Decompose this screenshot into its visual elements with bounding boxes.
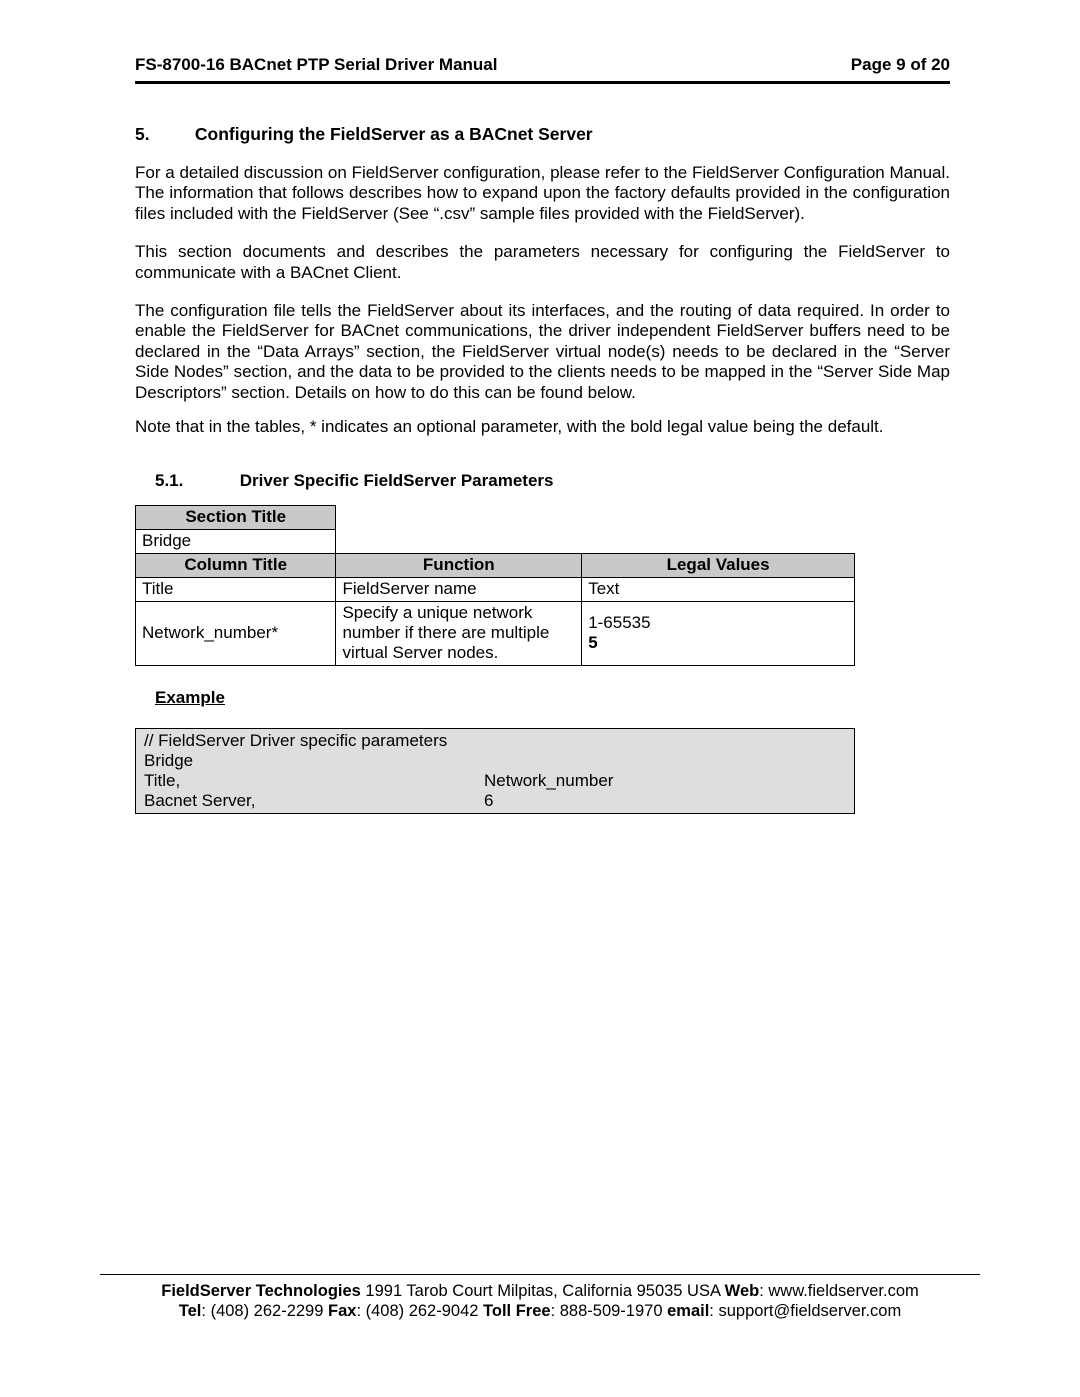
table-header-legal-values: Legal Values <box>582 554 855 578</box>
header-right: Page 9 of 20 <box>851 55 950 75</box>
footer-line-2: Tel: (408) 262-2299 Fax: (408) 262-9042 … <box>100 1301 980 1322</box>
page-footer: FieldServer Technologies 1991 Tarob Cour… <box>100 1274 980 1322</box>
footer-email-value: : support@fieldserver.com <box>709 1302 901 1320</box>
footer-address: 1991 Tarob Court Milpitas, California 95… <box>361 1282 725 1300</box>
example-line-3: Title, Network_number <box>144 771 846 791</box>
document-page: FS-8700-16 BACnet PTP Serial Driver Manu… <box>0 0 1080 1397</box>
footer-toll-value: : 888-509-1970 <box>551 1302 668 1320</box>
header-left: FS-8700-16 BACnet PTP Serial Driver Manu… <box>135 55 498 75</box>
footer-fax-label: Fax <box>328 1302 356 1320</box>
section-5-1-title: Driver Specific FieldServer Parameters <box>240 471 554 490</box>
table-header-section-title: Section Title <box>136 506 336 530</box>
section-5-para-4: Note that in the tables, * indicates an … <box>135 417 950 437</box>
table-empty-cell <box>336 506 855 530</box>
section-5-para-3: The configuration file tells the FieldSe… <box>135 301 950 403</box>
table-cell-func: Specify a unique network number if there… <box>336 602 582 666</box>
table-cell-legal: 1-65535 5 <box>582 602 855 666</box>
footer-toll-label: Toll Free <box>483 1302 551 1320</box>
example-line-4: Bacnet Server, 6 <box>144 791 846 811</box>
legal-range: 1-65535 <box>588 613 650 632</box>
table-cell-legal: Text <box>582 578 855 602</box>
footer-fax-value: : (408) 262-9042 <box>356 1302 483 1320</box>
example-line-1: // FieldServer Driver specific parameter… <box>144 731 846 751</box>
footer-email-label: email <box>667 1302 709 1320</box>
table-bridge-row: Bridge <box>136 530 336 554</box>
section-5: 5. Configuring the FieldServer as a BACn… <box>135 124 950 437</box>
example-line-3b: Network_number <box>484 771 846 791</box>
section-5-number: 5. <box>135 124 190 145</box>
table-row: Network_number* Specify a unique network… <box>136 602 855 666</box>
example-line-2: Bridge <box>144 751 846 771</box>
table-header-function: Function <box>336 554 582 578</box>
table-cell-col: Title <box>136 578 336 602</box>
section-5-heading: 5. Configuring the FieldServer as a BACn… <box>135 124 950 145</box>
example-line-4b: 6 <box>484 791 846 811</box>
legal-default: 5 <box>588 633 597 652</box>
table-cell-col: Network_number* <box>136 602 336 666</box>
example-label: Example <box>155 688 950 708</box>
section-5-title: Configuring the FieldServer as a BACnet … <box>195 124 593 144</box>
footer-line-1: FieldServer Technologies 1991 Tarob Cour… <box>100 1281 980 1302</box>
section-5-1-number: 5.1. <box>155 471 235 491</box>
parameters-table: Section Title Bridge Column Title Functi… <box>135 505 855 666</box>
table-cell-func: FieldServer name <box>336 578 582 602</box>
section-5-para-1: For a detailed discussion on FieldServer… <box>135 163 950 224</box>
table-empty-cell <box>336 530 855 554</box>
footer-company: FieldServer Technologies <box>161 1282 361 1300</box>
example-line-3a: Title, <box>144 771 484 791</box>
table-row: Title FieldServer name Text <box>136 578 855 602</box>
example-box: // FieldServer Driver specific parameter… <box>135 728 855 814</box>
footer-web-value: : www.fieldserver.com <box>759 1282 919 1300</box>
section-5-para-2: This section documents and describes the… <box>135 242 950 283</box>
table-header-column-title: Column Title <box>136 554 336 578</box>
footer-tel-label: Tel <box>179 1302 202 1320</box>
example-line-4a: Bacnet Server, <box>144 791 484 811</box>
footer-web-label: Web <box>725 1282 760 1300</box>
page-header: FS-8700-16 BACnet PTP Serial Driver Manu… <box>135 55 950 84</box>
footer-tel-value: : (408) 262-2299 <box>201 1302 328 1320</box>
section-5-1-heading: 5.1. Driver Specific FieldServer Paramet… <box>155 471 950 491</box>
